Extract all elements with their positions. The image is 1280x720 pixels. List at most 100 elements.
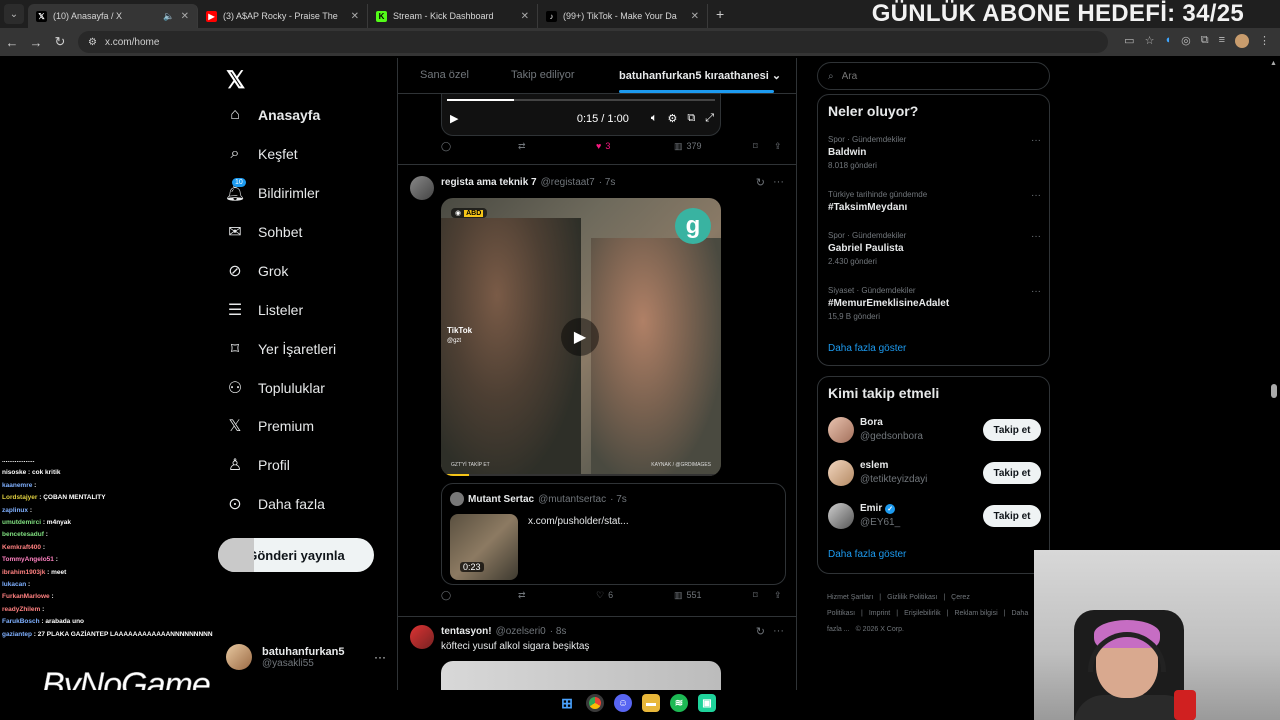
play-button[interactable]: ▶ <box>561 318 599 356</box>
repost-icon[interactable]: ⇄ <box>518 590 526 601</box>
quote-video-thumbnail[interactable]: 0:23 <box>450 514 518 580</box>
settings-icon[interactable]: ⚙ <box>667 112 677 125</box>
post-time[interactable]: · 7s <box>599 177 616 188</box>
grok-icon[interactable]: ↻ <box>756 176 765 189</box>
app-icon[interactable]: ▣ <box>698 694 716 712</box>
close-icon[interactable]: ✕ <box>181 11 189 22</box>
puzzle-icon[interactable]: ⧉ <box>1201 34 1209 48</box>
browser-tab-youtube[interactable]: ▶ (3) A$AP Rocky - Praise The ✕ <box>198 4 368 28</box>
author-name[interactable]: tentasyon! <box>441 626 492 637</box>
tab-for-you[interactable]: Sana özel <box>420 69 469 81</box>
footer-link[interactable]: Imprint <box>869 610 890 617</box>
file-explorer-icon[interactable]: ▬ <box>642 694 660 712</box>
trend-item[interactable]: Spor · Gündemdekiler Gabriel Paulista 2.… <box>828 231 1041 266</box>
search-box[interactable]: ⌕ <box>817 62 1050 90</box>
play-icon[interactable]: ▶ <box>450 112 458 125</box>
tab-search-menu-icon[interactable]: ⌄ <box>4 4 24 24</box>
follow-suggestion[interactable]: Emir ✓ @EY61_ Takip et <box>828 501 1041 533</box>
views-button[interactable]: ▥ 551 <box>674 590 702 601</box>
share-icon[interactable]: ⇪ <box>774 141 782 152</box>
reload-icon[interactable]: ↻ <box>48 34 72 50</box>
quoted-post[interactable]: Mutant Sertac @mutantsertac · 7s 0:23 x.… <box>441 483 786 585</box>
new-tab-icon[interactable]: + <box>716 6 724 22</box>
scroll-up-icon[interactable]: ▲ <box>1270 60 1277 67</box>
nav-more[interactable]: ⊙ Daha fazla <box>226 495 325 513</box>
windows-start-icon[interactable]: ⊞ <box>558 694 576 712</box>
avatar[interactable] <box>410 625 434 649</box>
grok-icon[interactable]: ↻ <box>756 625 765 638</box>
url-bar[interactable]: ⚙ x.com/home <box>78 31 1108 53</box>
x-logo-icon[interactable]: 𝕏 <box>226 66 245 95</box>
reply-icon[interactable]: ◯ <box>441 590 451 601</box>
nav-profile[interactable]: ♙ Profil <box>226 456 290 474</box>
follow-suggestion[interactable]: Bora @gedsonbora Takip et <box>828 415 1041 447</box>
trend-item[interactable]: Siyaset · Gündemdekiler #MemurEmeklisine… <box>828 286 1041 321</box>
quote-link[interactable]: x.com/pusholder/stat... <box>528 516 629 527</box>
author-name[interactable]: regista ama teknik 7 <box>441 177 537 188</box>
footer-link[interactable]: Erişilebilirlik <box>904 610 941 617</box>
cast-icon[interactable]: ▭ <box>1124 34 1134 48</box>
post-video[interactable]: ◉ ABD g TikTok @gzt ▶ GZT'Yİ TAKİP ET KAY… <box>441 198 721 476</box>
like-button[interactable]: ♥ 3 <box>596 141 610 151</box>
more-icon[interactable]: ··· <box>1031 190 1041 201</box>
more-icon[interactable]: ··· <box>1031 286 1041 297</box>
nav-communities[interactable]: ⚇ Topluluklar <box>226 379 325 397</box>
nav-messages[interactable]: ✉ Sohbet <box>226 223 302 241</box>
show-more-link[interactable]: Daha fazla göster <box>828 549 906 560</box>
footer-link[interactable]: Gizlilik Politikası <box>887 594 937 601</box>
repost-icon[interactable]: ⇄ <box>518 141 526 152</box>
bookmark-icon[interactable]: ⌑ <box>753 590 758 601</box>
follow-suggestion[interactable]: eslem @tetikteyizdayi Takip et <box>828 458 1041 490</box>
video-player[interactable]: ▶ 0:15 / 1:00 🔈︎ ⚙ ⧉ ⤢ <box>441 94 721 136</box>
like-button[interactable]: ♡ 6 <box>596 590 613 601</box>
author-handle[interactable]: @ozelseri0 <box>496 626 546 637</box>
nav-bookmarks[interactable]: ⌑ Yer İşaretleri <box>226 340 336 358</box>
extension-icon[interactable]: ◎ <box>1181 34 1191 48</box>
close-icon[interactable]: ✕ <box>351 11 359 22</box>
miniplayer-icon[interactable]: ⧉ <box>687 112 695 125</box>
more-icon[interactable]: ··· <box>1031 135 1041 146</box>
scroll-thumb[interactable] <box>1271 384 1277 398</box>
reply-icon[interactable]: ◯ <box>441 141 451 152</box>
spotify-icon[interactable]: ≋ <box>670 694 688 712</box>
views-button[interactable]: ▥ 379 <box>674 141 702 152</box>
follow-button[interactable]: Takip et <box>983 419 1041 441</box>
show-more-link[interactable]: Daha fazla göster <box>828 343 906 354</box>
footer-link[interactable]: © 2026 X Corp. <box>856 626 904 633</box>
avatar[interactable] <box>410 176 434 200</box>
follow-button[interactable]: Takip et <box>983 505 1041 527</box>
kebab-menu-icon[interactable]: ⋮ <box>1259 34 1270 48</box>
follow-button[interactable]: Takip et <box>983 462 1041 484</box>
close-icon[interactable]: ✕ <box>521 11 529 22</box>
chrome-icon[interactable] <box>586 694 604 712</box>
video-progress-bar[interactable] <box>447 99 715 101</box>
tab-community[interactable]: batuhanfurkan5 kıraathanesi ⌄ <box>619 69 781 82</box>
volume-icon[interactable]: 🔈︎ <box>651 112 658 125</box>
bookmark-icon[interactable]: ⌑ <box>753 141 758 152</box>
video-progress-bar[interactable] <box>441 474 721 476</box>
back-icon[interactable]: ← <box>0 35 24 50</box>
trend-item[interactable]: Spor · Gündemdekiler Baldwin 8.018 gönde… <box>828 135 1041 170</box>
post-time[interactable]: · 8s <box>550 626 567 637</box>
search-input[interactable] <box>841 70 1022 82</box>
site-info-icon[interactable]: ⚙ <box>88 37 97 48</box>
speaker-icon[interactable]: 🔈 <box>163 11 174 22</box>
profile-avatar[interactable] <box>1235 34 1249 48</box>
nav-lists[interactable]: ☰ Listeler <box>226 301 303 319</box>
forward-icon[interactable]: → <box>24 35 48 50</box>
trend-item[interactable]: Türkiye tarihinde gündemde #TaksimMeydan… <box>828 190 1041 213</box>
fullscreen-icon[interactable]: ⤢ <box>705 112 714 125</box>
star-icon[interactable]: ☆ <box>1145 34 1155 48</box>
browser-tab-tiktok[interactable]: ♪ (99+) TikTok - Make Your Da ✕ <box>538 4 708 28</box>
browser-tab-kick[interactable]: K Stream - Kick Dashboard ✕ <box>368 4 538 28</box>
nav-notifications[interactable]: 🔔︎ 10 Bildirimler <box>225 178 319 202</box>
nav-premium[interactable]: 𝕏 Premium <box>226 417 314 435</box>
tab-following[interactable]: Takip ediliyor <box>511 69 575 81</box>
share-icon[interactable]: ⇪ <box>774 590 782 601</box>
media-icon[interactable]: ≡ <box>1219 34 1225 48</box>
more-icon[interactable]: ··· <box>374 650 386 664</box>
footer-link[interactable]: Reklam bilgisi <box>954 610 997 617</box>
discord-icon[interactable]: ☺ <box>614 694 632 712</box>
nav-home[interactable]: ⌂ Anasayfa <box>226 106 320 124</box>
footer-link[interactable]: Hizmet Şartları <box>827 594 873 601</box>
